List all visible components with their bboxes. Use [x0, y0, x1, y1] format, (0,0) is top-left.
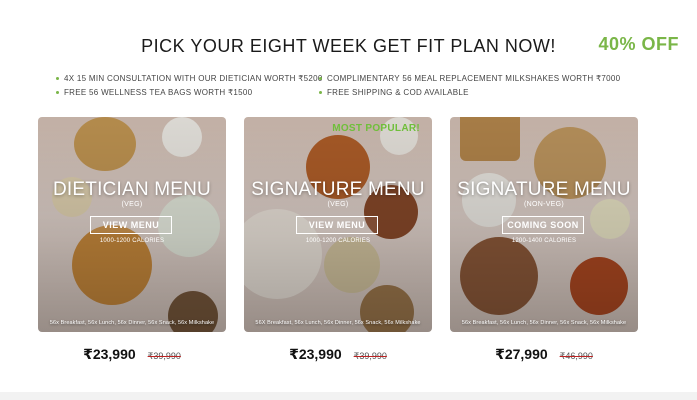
plan-card-dietician-veg[interactable]: DIETICIAN MENU (VEG) VIEW MENU 1000-1200… [38, 117, 226, 332]
benefits-list: 4X 15 MIN CONSULTATION WITH OUR DIETICIA… [56, 74, 621, 97]
bullet-icon [56, 77, 59, 80]
benefit-text: FREE 56 WELLNESS TEA BAGS WORTH ₹1500 [64, 88, 253, 97]
benefit-item: FREE 56 WELLNESS TEA BAGS WORTH ₹1500 [56, 88, 319, 97]
menu-title: DIETICIAN MENU [53, 179, 211, 200]
menu-title: SIGNATURE MENU [251, 179, 425, 200]
price: ₹23,990 [83, 346, 136, 362]
bullet-icon [319, 91, 322, 94]
coming-soon-button[interactable]: COMING SOON [502, 216, 584, 234]
page-title: PICK YOUR EIGHT WEEK GET FIT PLAN NOW! [141, 36, 556, 56]
meals-summary: 56x Breakfast, 56x Lunch, 56x Dinner, 56… [461, 320, 627, 326]
meals-summary: 56x Breakfast, 56x Lunch, 56x Dinner, 56… [49, 320, 215, 326]
plan-card-signature-veg[interactable]: MOST POPULAR! SIGNATURE MENU (VEG) VIEW … [244, 117, 432, 332]
benefit-item: 4X 15 MIN CONSULTATION WITH OUR DIETICIA… [56, 74, 322, 83]
original-price: ₹39,990 [353, 351, 387, 361]
menu-subtitle: (VEG) [121, 201, 143, 208]
original-price: ₹39,990 [147, 351, 181, 361]
price: ₹23,990 [289, 346, 342, 362]
price-block: ₹27,990 ₹46,990 [450, 346, 638, 363]
calories-label: 1200-1400 CALORIES [511, 238, 577, 244]
original-price: ₹46,990 [559, 351, 593, 361]
price: ₹27,990 [495, 346, 548, 362]
benefit-text: FREE SHIPPING & COD AVAILABLE [327, 88, 469, 97]
bullet-icon [56, 91, 59, 94]
discount-badge: 40% OFF [598, 34, 679, 54]
price-block: ₹23,990 ₹39,990 [38, 346, 226, 363]
price-row: ₹23,990 ₹39,990 ₹23,990 ₹39,990 ₹27,990 … [38, 346, 638, 366]
plan-cards: DIETICIAN MENU (VEG) VIEW MENU 1000-1200… [38, 117, 638, 332]
calories-label: 1000-1200 CALORIES [305, 238, 371, 244]
menu-subtitle: (NON-VEG) [523, 201, 565, 208]
most-popular-label: MOST POPULAR! [332, 123, 420, 134]
price-block: ₹23,990 ₹39,990 [244, 346, 432, 363]
view-menu-button[interactable]: VIEW MENU [296, 216, 378, 234]
benefit-item: FREE SHIPPING & COD AVAILABLE [319, 88, 619, 97]
footer-strip [0, 392, 697, 400]
meals-summary: 56X Breakfast, 56x Lunch, 56x Dinner, 56… [255, 320, 421, 326]
benefit-text: COMPLIMENTARY 56 MEAL REPLACEMENT MILKSH… [327, 74, 621, 83]
calories-label: 1000-1200 CALORIES [99, 238, 165, 244]
menu-title: SIGNATURE MENU [457, 179, 631, 200]
view-menu-button[interactable]: VIEW MENU [90, 216, 172, 234]
plan-card-signature-nonveg[interactable]: SIGNATURE MENU (NON-VEG) COMING SOON 120… [450, 117, 638, 332]
menu-subtitle: (VEG) [327, 201, 349, 208]
benefit-text: 4X 15 MIN CONSULTATION WITH OUR DIETICIA… [64, 74, 323, 83]
bullet-icon [319, 77, 322, 80]
benefit-item: COMPLIMENTARY 56 MEAL REPLACEMENT MILKSH… [319, 74, 621, 83]
